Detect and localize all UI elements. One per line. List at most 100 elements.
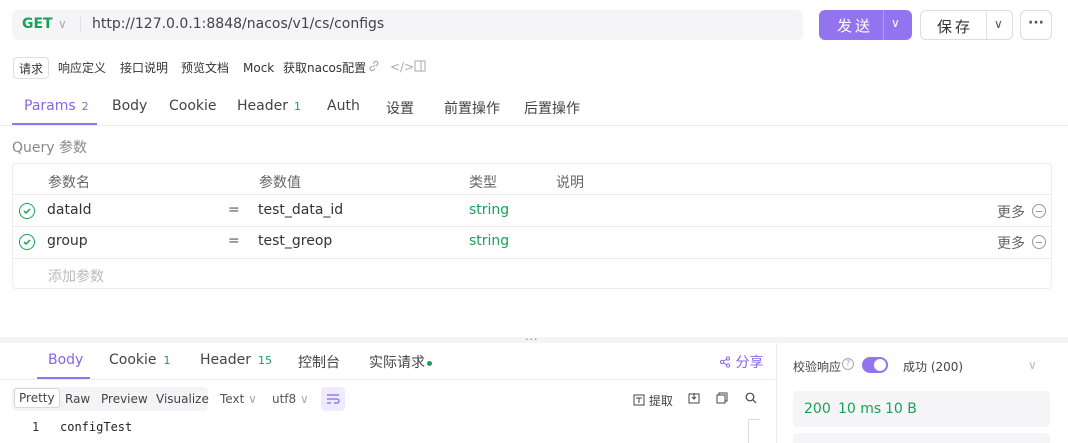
- tab-header[interactable]: Header 1: [237, 98, 301, 114]
- verify-result: 成功 (200): [903, 360, 964, 374]
- send-label[interactable]: 发送: [837, 15, 873, 36]
- share-button[interactable]: 分享: [719, 352, 763, 372]
- method-select[interactable]: GET: [22, 16, 53, 32]
- tab-params-label[interactable]: Params: [24, 98, 76, 114]
- more-options-button[interactable]: ···: [1020, 10, 1052, 40]
- tab-params-count: 2: [81, 100, 89, 113]
- text-type-select[interactable]: Text ∨: [220, 392, 257, 406]
- active-tab-indicator: [12, 123, 97, 125]
- response-tab-header[interactable]: Header 15: [200, 352, 272, 368]
- encoding-select[interactable]: utf8 ∨: [272, 392, 309, 406]
- extract-label[interactable]: 提取: [649, 394, 673, 408]
- format-preview[interactable]: Preview: [101, 392, 148, 406]
- verify-toggle[interactable]: [862, 357, 888, 373]
- status-code: 200: [804, 401, 831, 417]
- subtab-request[interactable]: 请求: [13, 57, 50, 79]
- download-icon[interactable]: [688, 392, 700, 407]
- assertions-box: [793, 433, 1050, 443]
- verify-response-label: 校验响应: [793, 360, 842, 374]
- param-equals: =: [228, 233, 240, 249]
- response-tab-console[interactable]: 控制台: [298, 352, 340, 372]
- param-value[interactable]: test_greop: [258, 233, 332, 249]
- param-type[interactable]: string: [469, 202, 509, 218]
- divider: [986, 11, 987, 39]
- encoding-value[interactable]: utf8: [272, 392, 296, 406]
- chevron-down-icon: ∨: [300, 392, 309, 406]
- column-header-description: 说明: [556, 175, 584, 191]
- query-params-title: Query 参数: [12, 140, 87, 156]
- response-tab-cookie-label[interactable]: Cookie: [109, 352, 157, 368]
- tab-pre-operations[interactable]: 前置操作: [444, 98, 500, 118]
- response-tab-cookie[interactable]: Cookie 1: [109, 352, 171, 368]
- response-tab-header-count: 15: [257, 354, 272, 367]
- tab-auth[interactable]: Auth: [327, 98, 360, 114]
- chevron-down-icon[interactable]: ∨: [891, 16, 900, 30]
- tab-post-operations[interactable]: 后置操作: [524, 98, 580, 118]
- panel-icon[interactable]: [414, 60, 426, 75]
- param-name[interactable]: dataId: [47, 202, 92, 218]
- subtab-api-docs[interactable]: 接口说明: [120, 57, 168, 79]
- divider: [883, 10, 884, 40]
- param-name[interactable]: group: [47, 233, 88, 249]
- format-visualize[interactable]: Visualize: [156, 392, 209, 406]
- save-button[interactable]: 保存 ∨: [920, 10, 1013, 40]
- table-row: group = test_greop string 更多: [0, 227, 1068, 258]
- tab-divider: [0, 379, 775, 380]
- tab-cookie[interactable]: Cookie: [169, 98, 217, 114]
- tab-params[interactable]: Params 2: [24, 98, 89, 114]
- param-value[interactable]: test_data_id: [258, 202, 343, 218]
- param-more-button[interactable]: 更多: [997, 233, 1025, 253]
- param-type[interactable]: string: [469, 233, 509, 249]
- link-icon[interactable]: [368, 60, 380, 75]
- tab-body[interactable]: Body: [112, 98, 147, 114]
- checkbox-checked-icon[interactable]: [19, 203, 35, 219]
- remove-param-icon[interactable]: [1032, 204, 1046, 218]
- format-raw[interactable]: Raw: [65, 392, 90, 406]
- extract-icon: [633, 394, 645, 406]
- remove-param-icon[interactable]: [1032, 235, 1046, 249]
- subtab-preview-docs[interactable]: 预览文档: [181, 57, 229, 79]
- drag-handle-icon[interactable]: ···: [525, 333, 539, 346]
- active-tab-indicator: [37, 377, 90, 379]
- status-dot: [427, 360, 432, 366]
- send-button[interactable]: 发送 ∨: [819, 10, 912, 40]
- response-time: 10 ms: [838, 401, 882, 417]
- editor-scrollbar[interactable]: [748, 419, 760, 443]
- subtab-get-nacos-config[interactable]: 获取nacos配置: [283, 57, 366, 79]
- copy-icon[interactable]: [716, 392, 728, 407]
- subtab-mock[interactable]: Mock: [243, 57, 274, 79]
- extract-button[interactable]: 提取: [633, 392, 673, 409]
- checkbox-checked-icon[interactable]: [19, 234, 35, 250]
- tab-header-count: 1: [293, 100, 301, 113]
- response-tab-header-label[interactable]: Header: [200, 352, 251, 368]
- chevron-down-icon[interactable]: ∨: [58, 17, 67, 31]
- format-pretty[interactable]: Pretty: [14, 388, 60, 408]
- response-tab-actual-request[interactable]: 实际请求: [369, 352, 432, 372]
- response-tab-body[interactable]: Body: [48, 352, 83, 368]
- tab-divider: [0, 125, 1068, 126]
- add-param-input[interactable]: 添加参数: [48, 266, 104, 286]
- response-tab-actual-request-label[interactable]: 实际请求: [369, 355, 425, 371]
- share-label[interactable]: 分享: [735, 355, 763, 371]
- url-input[interactable]: http://127.0.0.1:8848/nacos/v1/cs/config…: [92, 16, 384, 32]
- column-header-type: 类型: [469, 175, 497, 191]
- chevron-down-icon: ∨: [248, 392, 257, 406]
- save-label[interactable]: 保存: [937, 16, 973, 37]
- url-bar[interactable]: GET ∨ http://127.0.0.1:8848/nacos/v1/cs/…: [12, 10, 803, 40]
- wrap-lines-button[interactable]: [321, 387, 345, 411]
- subtab-response-definition[interactable]: 响应定义: [58, 57, 106, 79]
- tab-settings[interactable]: 设置: [386, 98, 414, 118]
- help-icon[interactable]: ?: [842, 358, 854, 370]
- row-divider: [13, 258, 1051, 259]
- code-icon[interactable]: </>: [390, 60, 414, 74]
- response-body-text[interactable]: configTest: [60, 420, 132, 434]
- chevron-down-icon[interactable]: ∨: [994, 17, 1003, 31]
- response-size: 10 B: [885, 401, 917, 417]
- chevron-down-icon[interactable]: ∨: [1028, 358, 1037, 372]
- column-header-value: 参数值: [259, 175, 301, 191]
- text-type-value[interactable]: Text: [220, 392, 244, 406]
- tab-header-label[interactable]: Header: [237, 98, 288, 114]
- search-icon[interactable]: [745, 392, 757, 407]
- param-more-button[interactable]: 更多: [997, 202, 1025, 222]
- divider: [80, 17, 81, 33]
